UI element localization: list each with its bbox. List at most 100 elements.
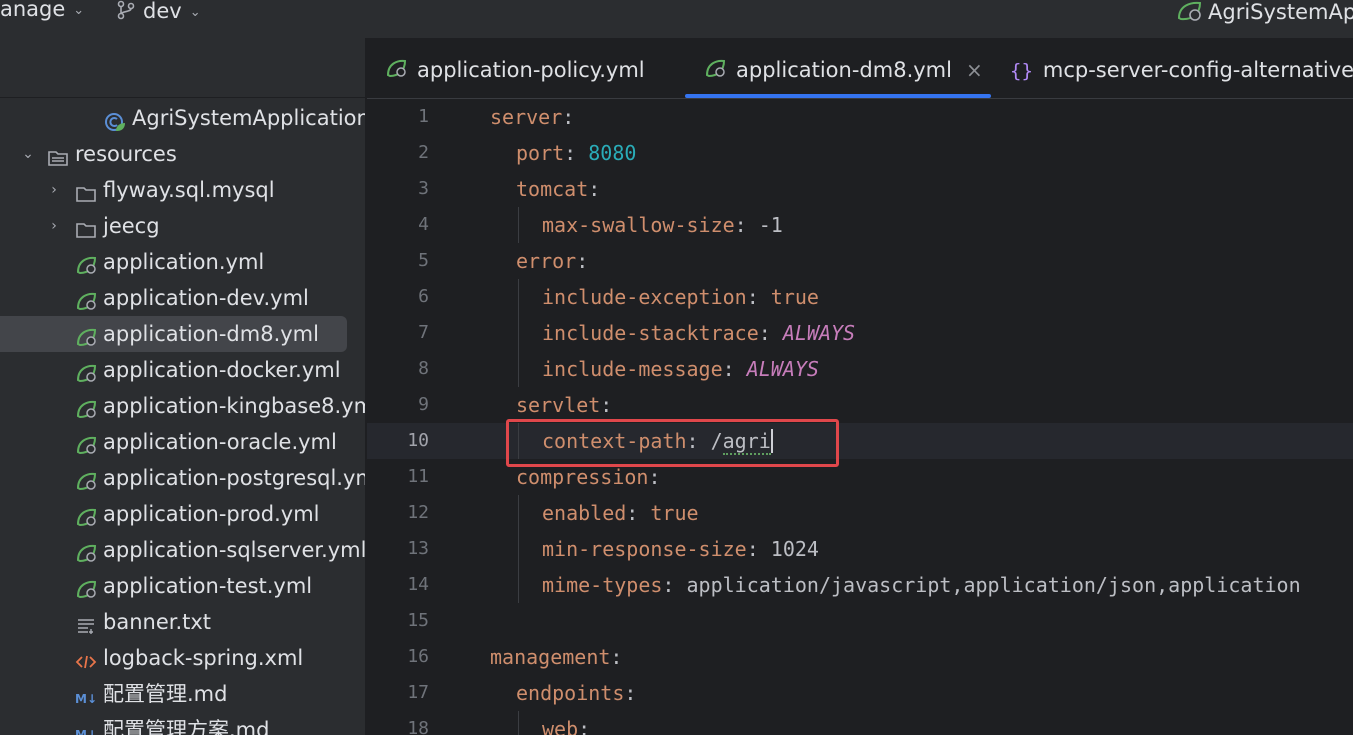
tree-item-label: application-test.yml: [103, 574, 313, 598]
editor-tab-bar: application-policy.yml application-dm8.y…: [367, 38, 1353, 99]
code-line: web:: [542, 711, 590, 735]
line-number: 17: [407, 682, 429, 703]
code-editor[interactable]: server: port: 8080 tomcat: max-swallow-size…: [490, 99, 1353, 735]
yaml-separator: :: [722, 357, 747, 381]
tree-item[interactable]: application-test.yml: [0, 568, 365, 604]
chevron-down-icon: ⌄: [189, 5, 201, 20]
project-selector[interactable]: anage ⌄: [0, 0, 84, 20]
indent-guide: [518, 351, 519, 387]
tree-item[interactable]: application-kingbase8.ym: [0, 388, 365, 424]
tree-item[interactable]: › flyway.sql.mysql: [0, 172, 365, 208]
spring-yaml-icon: [75, 468, 97, 491]
yaml-key: port: [516, 141, 565, 165]
tree-item[interactable]: application-dm8.yml: [0, 316, 347, 352]
yaml-value: true: [770, 285, 819, 309]
tree-item-label: application-dm8.yml: [103, 322, 319, 346]
indent-guide: [518, 207, 519, 243]
title-bar: anage ⌄ dev ⌄ AgriSystemAp: [0, 0, 1353, 38]
tree-item-label: application.yml: [103, 250, 265, 274]
yaml-key: include-message: [542, 357, 723, 381]
tree-item[interactable]: logback-spring.xml: [0, 640, 365, 676]
yaml-separator: :: [578, 717, 591, 735]
yaml-value: application/javascript,application/json,…: [686, 573, 1301, 597]
tree-item-label: application-docker.yml: [103, 358, 341, 382]
xml-file-icon: [75, 648, 97, 670]
branch-selector[interactable]: dev ⌄: [117, 0, 201, 22]
tree-item[interactable]: application-docker.yml: [0, 352, 365, 388]
tab-application-policy[interactable]: application-policy.yml: [385, 38, 645, 99]
yaml-key: compression: [516, 465, 649, 489]
yaml-separator: :: [648, 465, 661, 489]
line-number: 15: [407, 610, 429, 631]
spring-yaml-icon: [75, 504, 97, 527]
yaml-value: -1: [758, 213, 783, 237]
yaml-value: ALWAYS: [746, 357, 819, 381]
code-line: tomcat:: [516, 171, 600, 207]
spring-yaml-icon: [75, 360, 97, 383]
annotation-highlight-box: [506, 419, 839, 467]
yaml-value: 8080: [588, 141, 637, 165]
tree-item[interactable]: application-postgresql.ym: [0, 460, 365, 496]
tree-item[interactable]: AgriSystemApplication: [0, 100, 366, 136]
tree-item-label: AgriSystemApplication: [132, 106, 366, 130]
tree-item-label: 配置管理方案.md: [103, 718, 270, 735]
code-line: endpoints:: [516, 675, 636, 711]
close-icon[interactable]: ×: [966, 58, 983, 82]
svg-text:M↓: M↓: [75, 728, 97, 735]
code-line: management:: [490, 639, 622, 675]
indent-guide: [518, 531, 519, 567]
tree-item[interactable]: application-sqlserver.yml: [0, 532, 365, 568]
chevron-down-icon: ⌄: [73, 3, 85, 18]
tree-item[interactable]: application-prod.yml: [0, 496, 365, 532]
yaml-separator: :: [626, 501, 651, 525]
yaml-separator: :: [746, 285, 771, 309]
active-tab-indicator: [685, 94, 991, 98]
tree-item[interactable]: M↓ 配置管理方案.md: [0, 712, 365, 735]
folder-icon: [75, 216, 97, 238]
line-number: 4: [418, 214, 429, 235]
tree-item-label: 配置管理.md: [103, 682, 228, 706]
code-line: include-message: ALWAYS: [542, 351, 819, 387]
code-line: mime-types: application/javascript,appli…: [542, 567, 1301, 603]
tree-item[interactable]: application.yml: [0, 244, 365, 280]
tree-item[interactable]: › jeecg: [0, 208, 365, 244]
line-number: 8: [418, 358, 429, 379]
tab-mcp-server-config[interactable]: {} mcp-server-config-alternative.j: [1010, 38, 1353, 99]
run-configuration-selector[interactable]: AgriSystemAp: [1176, 0, 1353, 24]
chevron-down-icon[interactable]: ⌄: [20, 136, 36, 172]
tree-item-label: banner.txt: [103, 610, 212, 634]
tree-item[interactable]: M↓ 配置管理.md: [0, 676, 365, 712]
line-number: 13: [407, 538, 429, 559]
yaml-separator: :: [758, 321, 783, 345]
yaml-key: include-exception: [542, 285, 747, 309]
yaml-value: ALWAYS: [782, 321, 856, 345]
code-line: include-stacktrace: ALWAYS: [542, 315, 855, 351]
run-config-name: AgriSystemAp: [1208, 0, 1353, 24]
tree-item-label: flyway.sql.mysql: [103, 178, 275, 202]
code-line: enabled: true: [542, 495, 699, 531]
yaml-key: tomcat: [516, 177, 589, 201]
spring-yaml-icon: [75, 396, 97, 419]
yaml-key: servlet: [516, 393, 601, 417]
resources-folder-icon: [47, 144, 69, 166]
yaml-separator: :: [624, 681, 637, 705]
indent-guide: [518, 279, 519, 315]
project-tree-panel: AgriSystemApplication ⌄ resources › flyway.s…: [0, 38, 366, 735]
tree-item[interactable]: banner.txt: [0, 604, 365, 640]
chevron-right-icon[interactable]: ›: [46, 172, 62, 208]
yaml-separator: :: [746, 537, 771, 561]
spring-yaml-icon: [75, 540, 97, 563]
tree-item[interactable]: application-dev.yml: [0, 280, 365, 316]
yaml-key: enabled: [542, 501, 627, 525]
chevron-right-icon[interactable]: ›: [46, 208, 62, 244]
line-number: 5: [418, 250, 429, 271]
yaml-separator: :: [610, 645, 623, 669]
tree-item[interactable]: ⌄ resources: [0, 136, 365, 172]
tree-item-label: application-dev.yml: [103, 286, 309, 310]
code-line: error:: [516, 243, 588, 279]
tab-application-dm8[interactable]: application-dm8.yml ×: [704, 38, 983, 99]
editor-area: application-policy.yml application-dm8.y…: [367, 38, 1353, 735]
line-number: 18: [407, 718, 429, 735]
tab-label: application-policy.yml: [417, 58, 645, 82]
tree-item[interactable]: application-oracle.yml: [0, 424, 365, 460]
